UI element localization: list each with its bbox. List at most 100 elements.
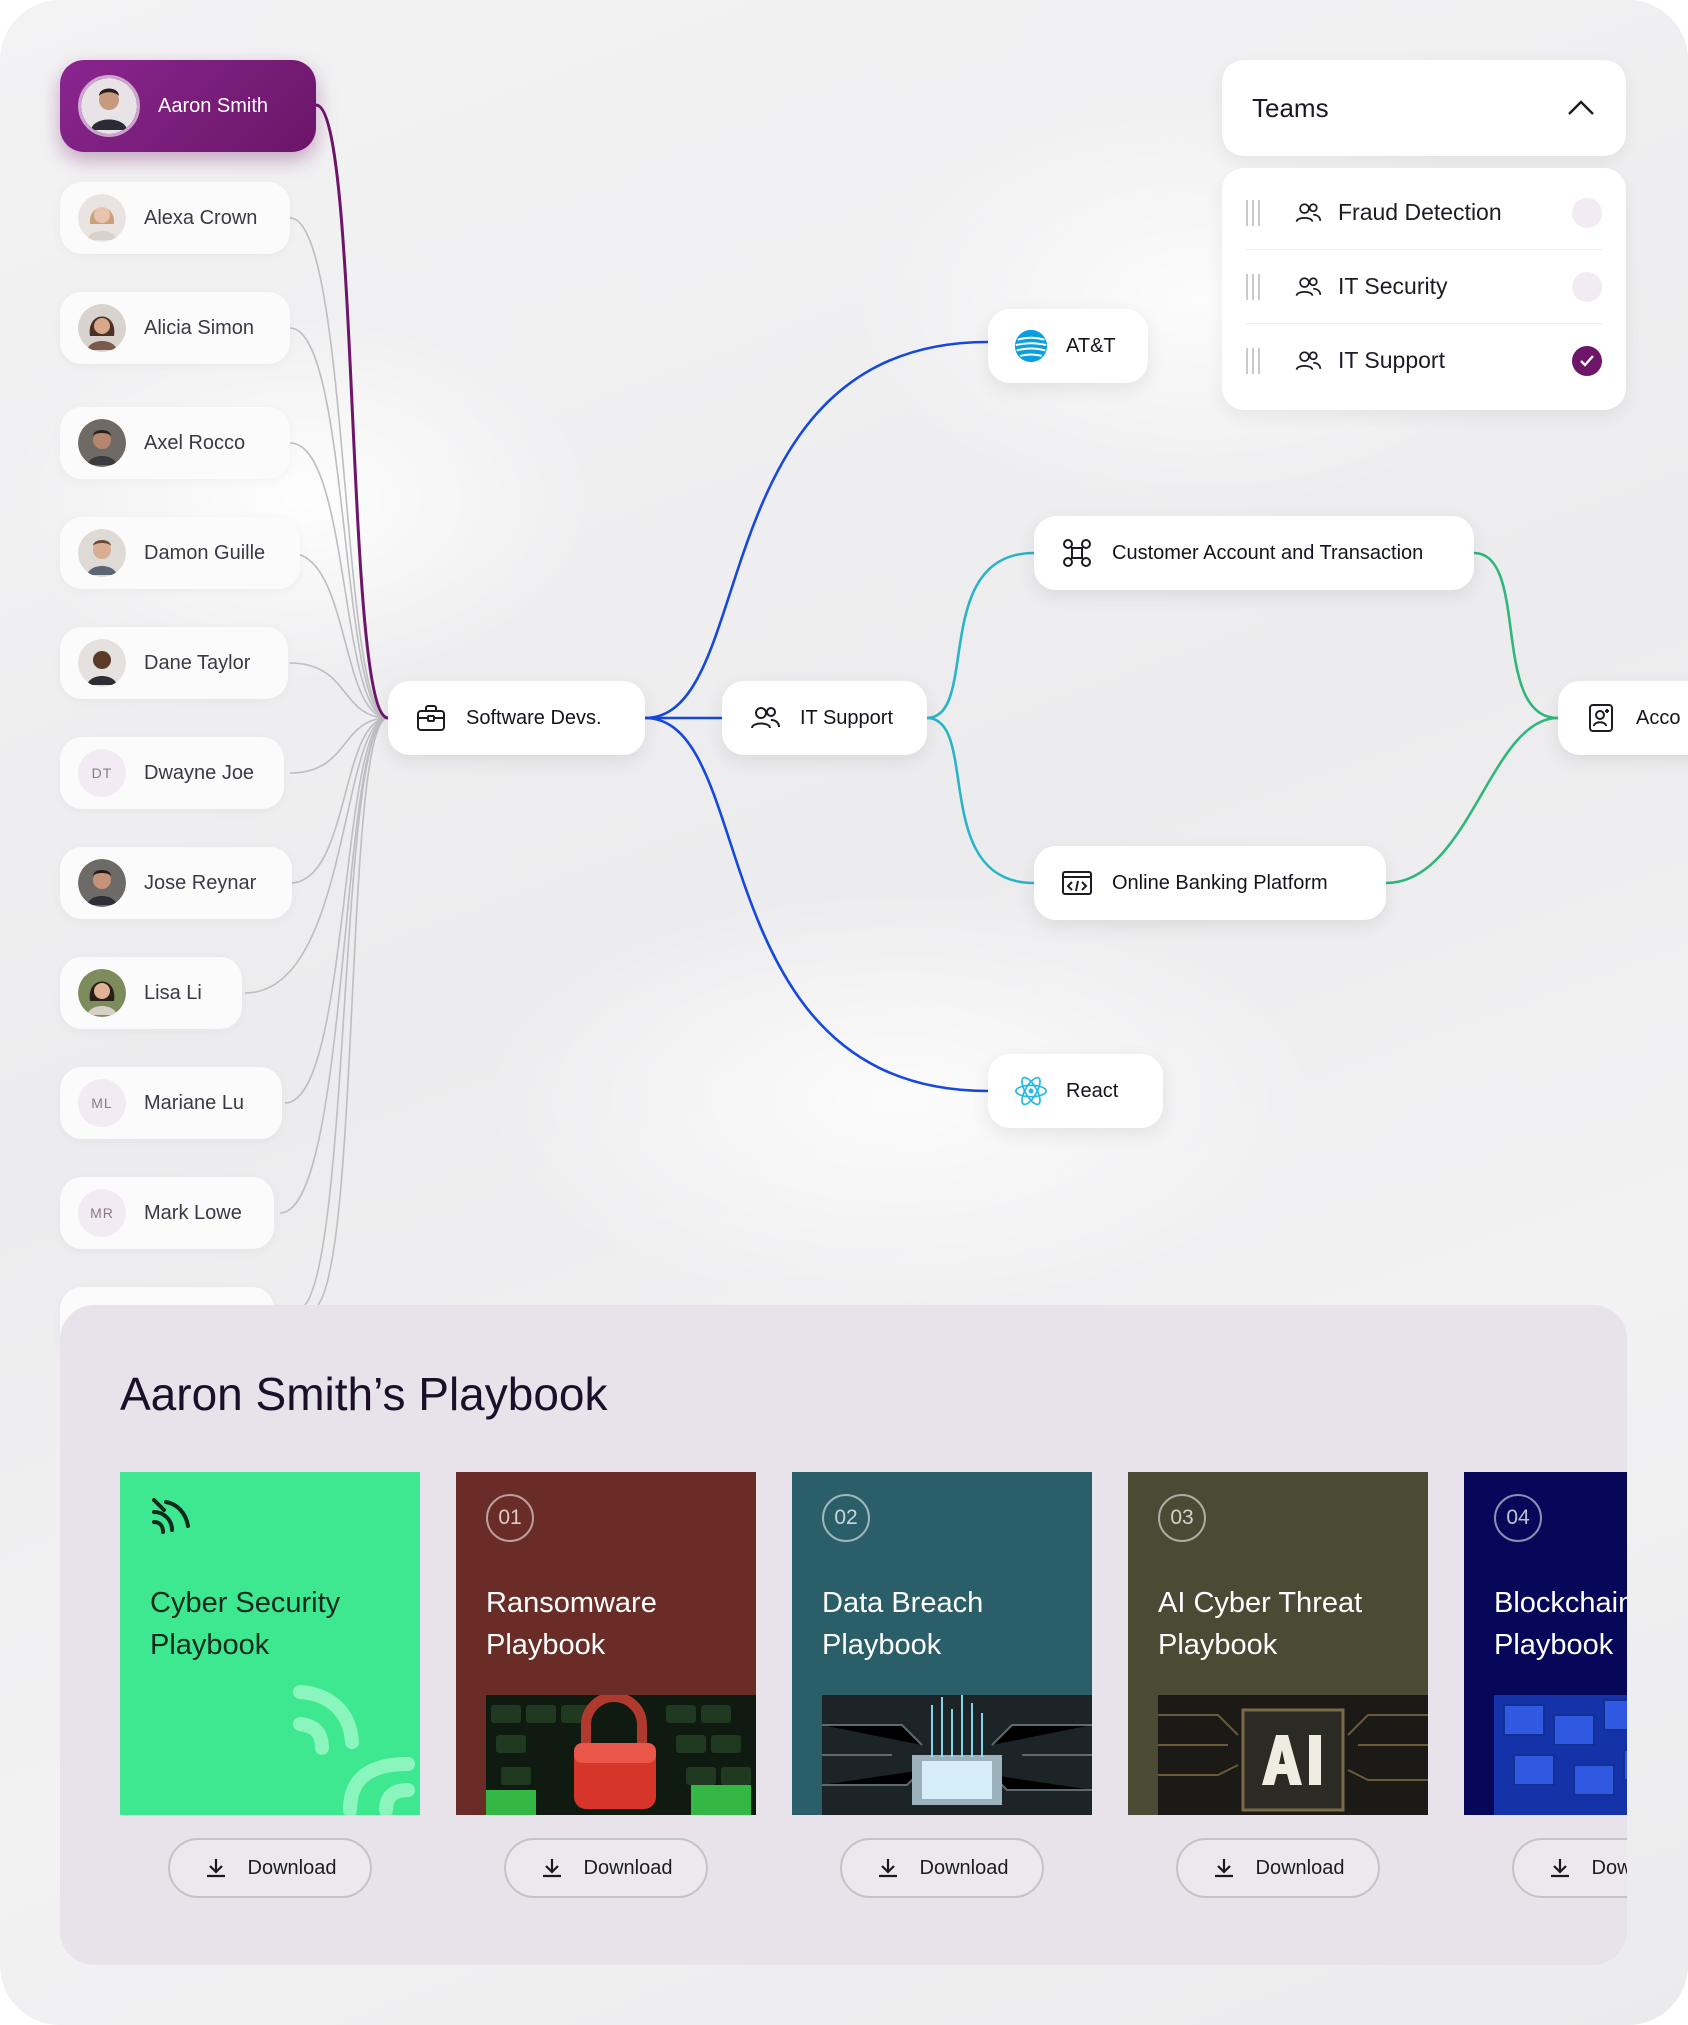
team-checkbox[interactable] xyxy=(1572,197,1602,228)
avatar xyxy=(78,194,126,242)
person-name: Alexa Crown xyxy=(144,206,258,229)
download-icon xyxy=(878,1859,897,1878)
drag-handle-icon[interactable] xyxy=(1246,199,1268,226)
node-customer-account[interactable]: Customer Account and Transaction xyxy=(1034,516,1474,590)
card-title: Blockchain Playbook xyxy=(1494,1582,1627,1666)
avatar xyxy=(78,304,126,352)
node-att[interactable]: AT&T xyxy=(988,309,1148,383)
download-button-ai-cyber-threat[interactable]: Download xyxy=(1176,1838,1380,1898)
signal-logo-icon xyxy=(152,1498,190,1534)
avatar xyxy=(78,859,126,907)
team-label: Fraud Detection xyxy=(1338,199,1502,225)
download-label: Download xyxy=(247,1856,337,1879)
card-title-line: Ransomware xyxy=(486,1587,657,1619)
card-title-line: Playbook xyxy=(822,1629,942,1661)
download-button-cyber-security[interactable]: Download xyxy=(168,1838,372,1898)
padlock-keyboard-image xyxy=(486,1695,756,1815)
card-title-line: Playbook xyxy=(150,1629,270,1661)
code-window-icon xyxy=(1060,866,1094,900)
briefcase-icon xyxy=(414,701,448,735)
person-name: Axel Rocco xyxy=(144,431,246,454)
avatar-initials: DT xyxy=(78,749,126,797)
teams-dropdown-header[interactable]: Teams xyxy=(1222,60,1626,156)
person-alexa-crown[interactable]: Alexa Crown xyxy=(60,182,290,254)
card-number: 02 xyxy=(822,1494,870,1542)
team-checkbox[interactable] xyxy=(1572,271,1602,302)
download-button-blockchain[interactable]: Download xyxy=(1512,1838,1627,1898)
person-damon-guille[interactable]: Damon Guille xyxy=(60,517,300,589)
avatar xyxy=(78,75,140,137)
avatar xyxy=(78,639,126,687)
person-dane-taylor[interactable]: Dane Taylor xyxy=(60,627,288,699)
person-name: Lisa Li xyxy=(144,981,202,1004)
node-label: Software Devs. xyxy=(466,706,602,729)
person-name: Jose Reynar xyxy=(144,871,257,894)
person-alicia-simon[interactable]: Alicia Simon xyxy=(60,292,290,364)
att-logo-icon xyxy=(1014,329,1048,363)
playbook-card-ai-cyber-threat[interactable]: 03 AI Cyber Threat Playbook xyxy=(1128,1472,1428,1815)
teams-list: Fraud Detection IT Security IT Support xyxy=(1222,168,1626,410)
node-acco[interactable]: Acco xyxy=(1558,681,1688,755)
download-label: Download xyxy=(583,1856,673,1879)
card-title-line: Cyber Security xyxy=(150,1587,341,1619)
node-it-support[interactable]: IT Support xyxy=(722,681,927,755)
chevron-up-icon[interactable] xyxy=(1566,93,1596,124)
users-icon xyxy=(1295,202,1322,222)
playbook-card-cyber-security[interactable]: Cyber Security Playbook xyxy=(120,1472,420,1815)
download-label: Download xyxy=(1591,1856,1627,1879)
person-name: Aaron Smith xyxy=(158,94,269,117)
card-title-line: Blockchain xyxy=(1494,1587,1627,1619)
team-row-it-security[interactable]: IT Security xyxy=(1246,250,1602,324)
card-title: Ransomware Playbook xyxy=(486,1582,756,1666)
ai-chip-image xyxy=(1158,1695,1428,1815)
drag-handle-icon[interactable] xyxy=(1246,273,1268,300)
card-number: 01 xyxy=(486,1494,534,1542)
node-label: AT&T xyxy=(1066,334,1116,357)
person-name: Alicia Simon xyxy=(144,316,255,339)
download-button-data-breach[interactable]: Download xyxy=(840,1838,1044,1898)
person-mariane-lu[interactable]: ML Mariane Lu xyxy=(60,1067,282,1139)
team-row-it-support[interactable]: IT Support xyxy=(1246,324,1602,397)
person-name: Damon Guille xyxy=(144,541,266,564)
card-title: Data Breach Playbook xyxy=(822,1582,1092,1666)
avatar xyxy=(78,419,126,467)
person-name: Mark Lowe xyxy=(144,1201,242,1224)
person-jose-reynar[interactable]: Jose Reynar xyxy=(60,847,292,919)
avatar-initials: MR xyxy=(78,1189,126,1237)
person-dwayne-joe[interactable]: DT Dwayne Joe xyxy=(60,737,284,809)
node-software-devs[interactable]: Software Devs. xyxy=(388,681,645,755)
download-button-blockchain-clip: Download xyxy=(1512,1838,1627,1898)
node-react[interactable]: React xyxy=(988,1054,1163,1128)
download-button-ransomware[interactable]: Download xyxy=(504,1838,708,1898)
person-aaron-smith[interactable]: Aaron Smith xyxy=(60,60,316,152)
users-icon xyxy=(1295,276,1322,296)
node-label: IT Support xyxy=(800,706,894,729)
team-label: IT Security xyxy=(1338,273,1448,299)
person-mark-lowe[interactable]: MR Mark Lowe xyxy=(60,1177,274,1249)
users-icon xyxy=(748,701,782,735)
circuit-chip-image xyxy=(822,1695,1092,1815)
download-icon xyxy=(1550,1859,1569,1878)
app-canvas: Aaron Smith Alexa Crown Alicia Simon Axe… xyxy=(0,0,1688,2025)
card-title-line: Data Breach xyxy=(822,1587,984,1619)
person-name: Dwayne Joe xyxy=(144,761,255,784)
node-label: Online Banking Platform xyxy=(1112,871,1328,894)
card-title: AI Cyber Threat Playbook xyxy=(1158,1582,1428,1666)
team-checkbox-checked[interactable] xyxy=(1572,345,1602,376)
person-lisa-li[interactable]: Lisa Li xyxy=(60,957,242,1029)
playbook-card-data-breach[interactable]: 02 Data Breach Playbook xyxy=(792,1472,1092,1815)
playbook-card-blockchain[interactable]: 04 Blockchain Playbook xyxy=(1464,1472,1627,1815)
teams-title: Teams xyxy=(1252,92,1329,123)
playbook-card-ransomware[interactable]: 01 Ransomware Playbook xyxy=(456,1472,756,1815)
signal-watermark-icon xyxy=(293,1685,415,1815)
card-number: 04 xyxy=(1494,1494,1542,1542)
person-name: Mariane Lu xyxy=(144,1091,245,1114)
drag-handle-icon[interactable] xyxy=(1246,347,1268,374)
team-row-fraud-detection[interactable]: Fraud Detection xyxy=(1246,176,1602,250)
node-online-banking[interactable]: Online Banking Platform xyxy=(1034,846,1386,920)
download-icon xyxy=(206,1859,225,1878)
person-axel-rocco[interactable]: Axel Rocco xyxy=(60,407,290,479)
card-title-line: Playbook xyxy=(486,1629,606,1661)
avatar xyxy=(78,529,126,577)
avatar-initials: ML xyxy=(78,1079,126,1127)
